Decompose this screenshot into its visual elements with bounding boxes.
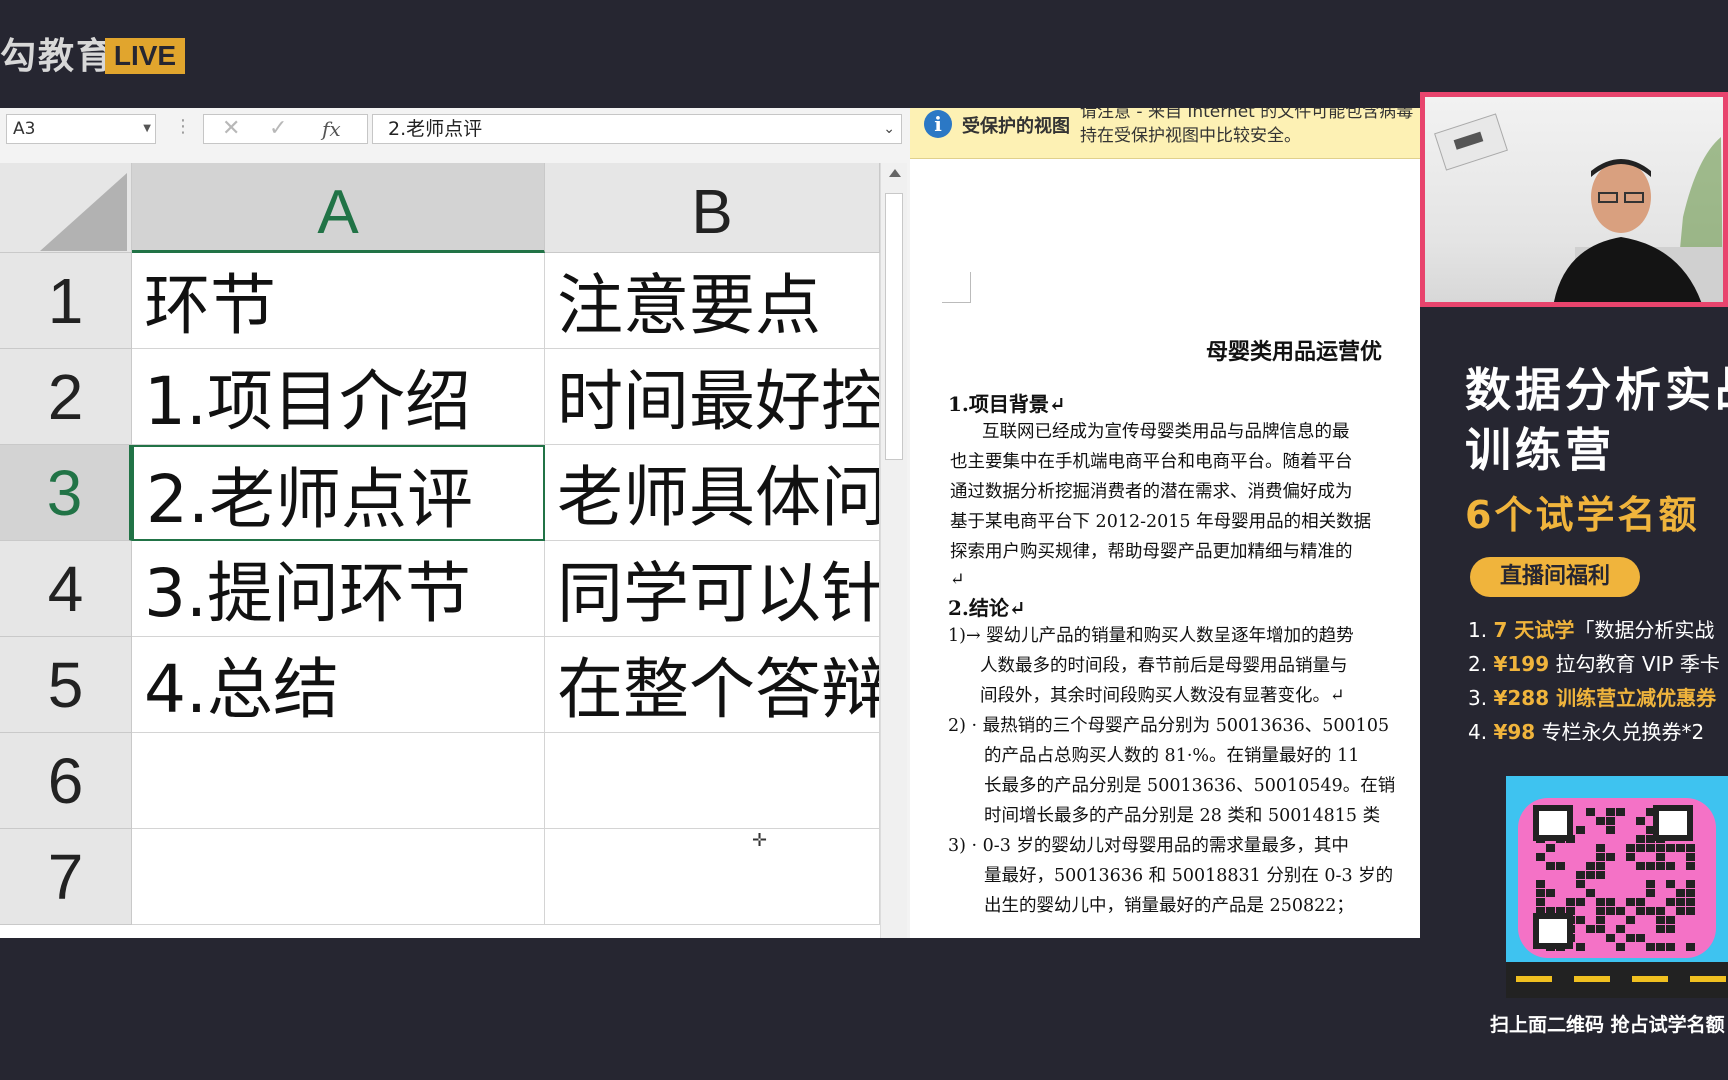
cell-a2[interactable]: 1.项目介绍 <box>132 349 545 445</box>
row-header-5[interactable]: 5 <box>0 637 132 733</box>
presenter-icon <box>1554 159 1702 302</box>
benefit-number: 2. <box>1468 652 1494 676</box>
cell-a6[interactable] <box>132 733 545 829</box>
promo-subtitle: 6个试学名额 <box>1465 493 1700 537</box>
document-line: 互联网已经成为宣传母婴类用品与品牌信息的最 <box>982 422 1350 442</box>
webcam-feed <box>1420 92 1728 307</box>
document-line: 时间增长最多的产品分别是 28 类和 50014815 类 <box>984 806 1381 826</box>
cell-a7[interactable] <box>132 829 545 925</box>
document-line: 的产品占总购买人数的 81·%。在销量最好的 11 <box>984 746 1360 766</box>
margin-marker <box>942 272 971 303</box>
document-line: ↵ <box>950 570 965 590</box>
expand-formula-icon[interactable]: ⌄ <box>883 115 895 143</box>
select-all-icon <box>40 173 127 251</box>
cell-b3[interactable]: 老师具体问 <box>545 445 880 541</box>
protected-view-message: 请注意 - 来自 Internet 的文件可能包含病毒 持在受保护视图中比较安全… <box>1080 108 1420 148</box>
document-line: 量最好，50013636 和 50018831 分别在 0-3 岁的 <box>984 866 1394 886</box>
formula-bar-buttons: ✕ ✓ fx <box>203 114 368 144</box>
info-icon: i <box>924 110 952 138</box>
document-line: 也主要集中在手机端电商平台和电商平台。随着平台 <box>950 452 1353 472</box>
promo-title-line2: 训练营 <box>1465 423 1615 477</box>
protected-view-line2: 持在受保护视图中比较安全。 <box>1080 126 1301 146</box>
document-heading: 2.结论↵ <box>948 596 1026 620</box>
protected-view-title: 受保护的视图 <box>962 116 1070 137</box>
column-header-a[interactable]: A <box>132 163 545 253</box>
cell-b5[interactable]: 在整个答辩 <box>545 637 880 733</box>
benefit-item: 1. 7 天试学「数据分析实战 <box>1468 614 1714 643</box>
row-header-6[interactable]: 6 <box>0 733 132 829</box>
benefit-item: 4. ¥98 专栏永久兑换券*2 <box>1468 716 1704 745</box>
word-window: i 受保护的视图 请注意 - 来自 Internet 的文件可能包含病毒 持在受… <box>910 108 1420 938</box>
cell-b6[interactable] <box>545 733 880 829</box>
document-line: 长最多的产品分别是 50013636、50010549。在销 <box>984 776 1396 796</box>
excel-window: A3 ▼ ⋮ ✕ ✓ fx 2.老师点评 ⌄ A B 1 环节 注意要点 2 1.项目介… <box>0 108 910 938</box>
benefit-item: 3. ¥288 训练营立减优惠券 <box>1468 682 1716 711</box>
formula-bar-grip-icon: ⋮ <box>174 116 192 137</box>
formula-value: 2.老师点评 <box>388 118 483 140</box>
check-icon[interactable]: ✓ <box>269 115 287 143</box>
scroll-up-icon[interactable] <box>889 169 901 177</box>
qr-code-image <box>1506 776 1728 998</box>
name-box[interactable]: A3 ▼ <box>6 114 156 144</box>
cell-a1[interactable]: 环节 <box>132 253 545 349</box>
protected-view-line1: 请注意 - 来自 Internet 的文件可能包含病毒 <box>1080 108 1414 122</box>
document-line: 出生的婴幼儿中，销量最好的产品是 250822； <box>984 896 1354 916</box>
cell-a5[interactable]: 4.总结 <box>132 637 545 733</box>
row-header-1[interactable]: 1 <box>0 253 132 349</box>
column-header-b[interactable]: B <box>545 163 880 253</box>
insert-function-icon[interactable]: fx <box>322 115 341 143</box>
document-heading: 1.项目背景↵ <box>948 392 1066 416</box>
cell-b7[interactable] <box>545 829 880 925</box>
promo-title-line1: 数据分析实战 <box>1465 363 1728 417</box>
document-line: 3) · 0-3 岁的婴幼儿对母婴用品的需求量最多，其中 <box>948 836 1349 856</box>
cell-cursor-icon: ✛ <box>752 830 768 851</box>
live-badge: LIVE <box>105 38 185 74</box>
row-header-2[interactable]: 2 <box>0 349 132 445</box>
document-line: 1)→ 婴幼儿产品的销量和购买人数呈逐年增加的趋势 <box>948 626 1354 646</box>
benefit-text: 「数据分析实战 <box>1574 618 1715 642</box>
benefit-text: 专栏永久兑换券*2 <box>1535 720 1705 744</box>
protected-view-bar: i 受保护的视图 请注意 - 来自 Internet 的文件可能包含病毒 持在受… <box>910 108 1420 159</box>
benefit-pill: 直播间福利 <box>1470 557 1640 597</box>
benefit-number: 4. <box>1468 720 1494 744</box>
promo-panel: 数据分析实战 训练营 6个试学名额 直播间福利 1. 7 天试学「数据分析实战 2… <box>1420 92 1728 1080</box>
qr-caption: 扫上面二维码 抢占试学名额 <box>1490 1014 1725 1036</box>
scrollbar-thumb[interactable] <box>885 193 903 460</box>
document-line: 2) · 最热销的三个母婴产品分别为 50013636、500105 <box>948 716 1390 736</box>
benefit-highlight: 7 天试学 <box>1493 618 1575 642</box>
logo-text: 勾教育 <box>0 36 115 77</box>
cell-b4[interactable]: 同学可以针 <box>545 541 880 637</box>
benefit-highlight: ¥98 <box>1493 720 1536 744</box>
benefit-number: 1. <box>1468 618 1494 642</box>
document-line: 基于某电商平台下 2012-2015 年母婴用品的相关数据 <box>950 512 1372 532</box>
benefit-text: 拉勾教育 VIP 季卡 <box>1549 652 1720 676</box>
vertical-scrollbar[interactable] <box>880 163 907 938</box>
benefit-number: 3. <box>1468 686 1494 710</box>
document-line: 人数最多的时间段，春节前后是母婴用品销量与 <box>980 656 1348 676</box>
document-line: 间段外，其余时间段购买人数没有显著变化。↵ <box>980 686 1345 706</box>
chevron-down-icon[interactable]: ▼ <box>143 115 151 143</box>
cell-a4[interactable]: 3.提问环节 <box>132 541 545 637</box>
benefit-item: 2. ¥199 拉勾教育 VIP 季卡 <box>1468 648 1720 677</box>
benefit-highlight: ¥199 <box>1493 652 1550 676</box>
qr-code <box>1506 776 1728 998</box>
document-title: 母婴类用品运营优 <box>1206 339 1383 365</box>
cell-b2[interactable]: 时间最好控 <box>545 349 880 445</box>
cell-a3[interactable]: 2.老师点评 <box>132 445 545 541</box>
name-box-value: A3 <box>13 119 36 139</box>
cancel-icon[interactable]: ✕ <box>222 115 240 143</box>
select-all-button[interactable] <box>0 163 132 253</box>
spreadsheet-grid: A B 1 环节 注意要点 2 1.项目介绍 时间最好控 3 2.老师点评 老师具体问 4 3.提问… <box>0 163 880 938</box>
row-header-3[interactable]: 3 <box>0 445 132 541</box>
bottom-bar <box>0 938 1420 1080</box>
benefit-highlight: ¥288 训练营立减优惠券 <box>1493 686 1717 710</box>
row-header-7[interactable]: 7 <box>0 829 132 925</box>
row-header-4[interactable]: 4 <box>0 541 132 637</box>
formula-input[interactable]: 2.老师点评 ⌄ <box>372 114 902 144</box>
document-line: 探索用户购买规律，帮助母婴产品更加精细与精准的 <box>950 542 1353 562</box>
document-page: 母婴类用品运营优 1.项目背景↵ 互联网已经成为宣传母婴类用品与品牌信息的最也主要… <box>910 160 1420 938</box>
document-line: 通过数据分析挖掘消费者的潜在需求、消费偏好成为 <box>950 482 1353 502</box>
cell-b1[interactable]: 注意要点 <box>545 253 880 349</box>
